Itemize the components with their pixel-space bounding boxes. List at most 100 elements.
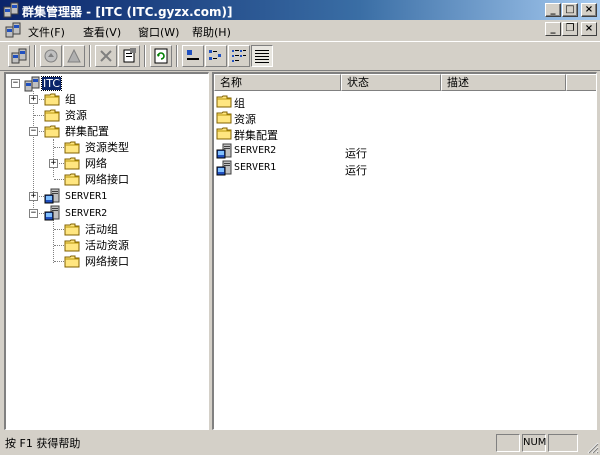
refresh-icon xyxy=(154,48,168,64)
new-connection-icon xyxy=(11,48,27,64)
tree-line xyxy=(53,219,54,263)
status-panel-num: NUM xyxy=(522,434,546,452)
folder-icon xyxy=(216,109,232,125)
list-row[interactable]: SERVER2 运行 xyxy=(214,143,596,160)
tree-node-active-groups[interactable]: 活动组 xyxy=(84,223,119,236)
tree-expander-groups[interactable]: + xyxy=(29,95,38,104)
row-name: SERVER1 xyxy=(234,162,277,173)
bring-online-icon xyxy=(44,49,58,63)
column-header-status[interactable]: 状态 xyxy=(341,74,441,91)
properties-icon xyxy=(123,48,136,63)
refresh-button[interactable] xyxy=(150,45,172,67)
folder-icon xyxy=(64,253,80,269)
status-panel-caps xyxy=(496,434,520,452)
tree-expander-server1[interactable]: + xyxy=(29,192,38,201)
folder-icon xyxy=(216,125,232,141)
cluster-manager-window: 群集管理器 - [ITC (ITC.gyzx.com)] _ □ × 文件(F)… xyxy=(0,0,600,455)
folder-icon xyxy=(44,91,60,107)
cluster-icon xyxy=(24,76,40,92)
toolbar-separator xyxy=(34,45,36,67)
list-row[interactable]: 群集配置 xyxy=(214,125,596,142)
toolbar-separator xyxy=(89,45,91,67)
view-list-button[interactable] xyxy=(228,45,250,67)
list-pane[interactable]: 名称 状态 描述 组 资源 群集配置 SERVER2 运行 SERVER1 运行 xyxy=(212,72,597,430)
tree-pane[interactable]: − ITC + 组 资源 − 群集配置 资源类型 + 网络 网络接口 + SER… xyxy=(4,72,209,430)
folder-icon xyxy=(64,237,80,253)
take-offline-icon xyxy=(67,48,81,63)
list-row[interactable]: SERVER1 运行 xyxy=(214,160,596,177)
toolbar-separator xyxy=(144,45,146,67)
status-bar: 按 F1 获得帮助 NUM xyxy=(0,432,600,455)
server-icon xyxy=(44,205,60,221)
mdi-close-button[interactable]: × xyxy=(581,22,597,36)
document-window-icon[interactable] xyxy=(4,22,22,38)
list-header: 名称 状态 描述 xyxy=(214,74,596,91)
details-icon xyxy=(255,50,269,63)
list-row[interactable]: 资源 xyxy=(214,109,596,126)
title-bar[interactable]: 群集管理器 - [ITC (ITC.gyzx.com)] _ □ × xyxy=(0,0,600,20)
menu-view[interactable]: 查看(V) xyxy=(83,24,121,40)
maximize-button[interactable]: □ xyxy=(562,3,578,17)
menu-window[interactable]: 窗口(W) xyxy=(138,24,179,40)
minimize-button[interactable]: _ xyxy=(545,3,561,17)
server-icon xyxy=(44,188,60,204)
tree-expander-networks[interactable]: + xyxy=(49,159,58,168)
view-small-icons-button[interactable] xyxy=(205,45,227,67)
menu-bar: 文件(F) 查看(V) 窗口(W) 帮助(H) xyxy=(0,21,600,40)
row-status: 运行 xyxy=(345,147,367,160)
bring-online-button[interactable] xyxy=(40,45,62,67)
take-offline-button[interactable] xyxy=(63,45,85,67)
resize-grip-icon[interactable] xyxy=(587,442,599,454)
close-button[interactable]: × xyxy=(581,3,597,17)
tree-node-networks[interactable]: 网络 xyxy=(84,157,108,170)
tree-expander-server2[interactable]: − xyxy=(29,209,38,218)
row-name: 群集配置 xyxy=(234,129,278,142)
tree-node-server2-network-interfaces[interactable]: 网络接口 xyxy=(84,255,130,268)
folder-icon xyxy=(216,93,232,109)
status-text: 按 F1 获得帮助 xyxy=(5,437,81,450)
mdi-minimize-button[interactable]: _ xyxy=(545,22,561,36)
server-icon xyxy=(216,160,232,176)
tree-node-network-interfaces[interactable]: 网络接口 xyxy=(84,173,130,186)
small-icons-icon xyxy=(209,50,221,60)
window-title: 群集管理器 - [ITC (ITC.gyzx.com)] xyxy=(22,5,233,19)
folder-icon xyxy=(64,171,80,187)
properties-button[interactable] xyxy=(118,45,140,67)
folder-icon xyxy=(44,123,60,139)
row-name: SERVER2 xyxy=(234,145,277,156)
large-icons-icon xyxy=(187,50,199,60)
view-large-icons-button[interactable] xyxy=(182,45,204,67)
folder-icon xyxy=(64,155,80,171)
view-details-button[interactable] xyxy=(251,45,273,67)
toolbar-separator xyxy=(176,45,178,67)
column-header-description[interactable]: 描述 xyxy=(441,74,566,91)
list-icon xyxy=(232,50,246,62)
delete-button[interactable] xyxy=(95,45,117,67)
cluster-app-icon[interactable] xyxy=(3,2,19,18)
tree-node-cluster-config[interactable]: 群集配置 xyxy=(64,125,110,138)
column-header-name[interactable]: 名称 xyxy=(214,74,341,91)
folder-icon xyxy=(64,221,80,237)
tree-node-groups[interactable]: 组 xyxy=(64,93,77,106)
tree-node-server1[interactable]: SERVER1 xyxy=(64,190,108,203)
new-connection-button[interactable] xyxy=(8,45,30,67)
menu-help[interactable]: 帮助(H) xyxy=(192,24,231,40)
row-status: 运行 xyxy=(345,164,367,177)
tree-expander-cluster-config[interactable]: − xyxy=(29,127,38,136)
menu-file[interactable]: 文件(F) xyxy=(28,24,65,40)
tree-node-resources[interactable]: 资源 xyxy=(64,109,88,122)
toolbar xyxy=(0,41,600,71)
tree-node-server2[interactable]: SERVER2 xyxy=(64,207,108,220)
tree-node-itc[interactable]: ITC xyxy=(41,76,62,91)
server-icon xyxy=(216,143,232,159)
tree-node-active-resources[interactable]: 活动资源 xyxy=(84,239,130,252)
list-row[interactable]: 组 xyxy=(214,93,596,110)
mdi-restore-button[interactable]: ❐ xyxy=(562,22,578,36)
folder-icon xyxy=(64,139,80,155)
tree-expander-itc[interactable]: − xyxy=(11,79,20,88)
tree-node-resource-types[interactable]: 资源类型 xyxy=(84,141,130,154)
column-header-filler xyxy=(566,74,596,91)
delete-icon xyxy=(100,50,112,62)
status-panel-scroll xyxy=(548,434,578,452)
folder-icon xyxy=(44,107,60,123)
